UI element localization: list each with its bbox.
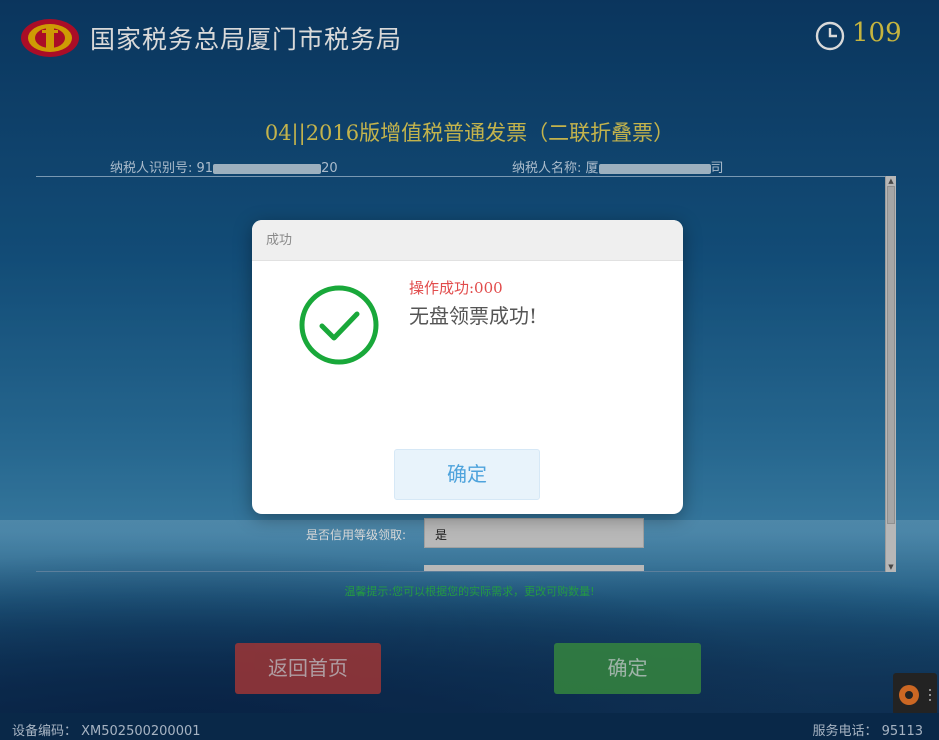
success-dialog: 成功 操作成功:000 无盘领票成功! 确定 (252, 220, 683, 514)
check-circle-icon (299, 285, 379, 365)
dialog-ok-button[interactable]: 确定 (394, 449, 540, 500)
operation-code: 操作成功:000 (409, 279, 503, 297)
operation-message: 无盘领票成功! (409, 304, 538, 328)
dialog-title: 成功 (252, 220, 683, 261)
